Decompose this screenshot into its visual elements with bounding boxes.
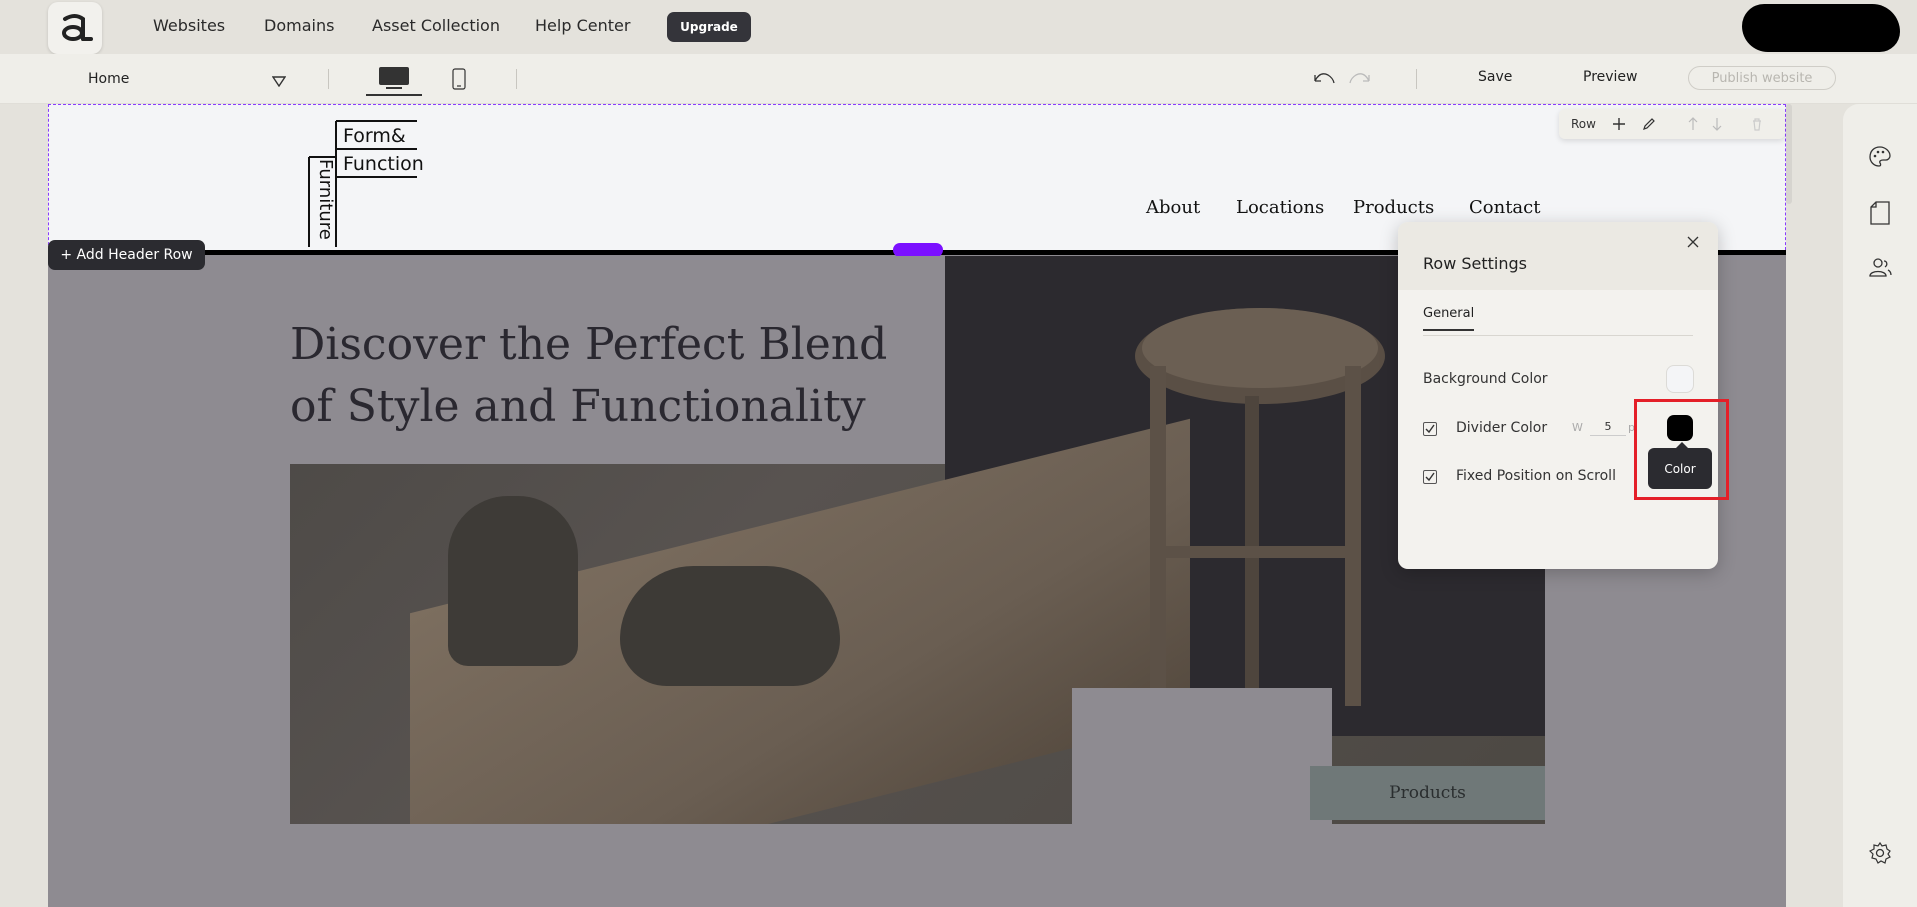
editor-toolbar: Home Save Preview Publish website <box>0 54 1917 104</box>
trash-icon[interactable] <box>1749 116 1765 132</box>
site-nav-about[interactable]: About <box>1146 197 1200 218</box>
check-icon <box>1425 472 1435 482</box>
desktop-icon <box>379 67 409 89</box>
site-nav-contact[interactable]: Contact <box>1469 197 1540 218</box>
hero-title[interactable]: Discover the Perfect Blend of Style and … <box>290 314 930 438</box>
chevron-down-icon[interactable] <box>271 72 287 91</box>
background-color-label: Background Color <box>1423 371 1548 387</box>
arrow-up-icon[interactable] <box>1685 116 1701 132</box>
hero-products-button[interactable]: Products <box>1310 766 1545 820</box>
brand-furniture-text: Furniture <box>315 159 336 240</box>
preview-button[interactable]: Preview <box>1583 69 1638 85</box>
avatar[interactable] <box>1742 4 1900 52</box>
right-sidebar <box>1843 104 1917 907</box>
logo-icon <box>62 14 93 41</box>
close-icon[interactable] <box>1683 232 1703 252</box>
brand-form-text: Form& <box>343 125 406 147</box>
row-toolbar: Row <box>1559 109 1785 139</box>
add-header-row-button[interactable]: + Add Header Row <box>48 240 205 270</box>
top-nav: Websites Domains Asset Collection Help C… <box>0 0 1917 54</box>
desktop-view-button[interactable] <box>366 62 422 96</box>
highlight-box <box>1634 399 1729 500</box>
palette-icon[interactable] <box>1867 144 1893 170</box>
hero-bottom-right-block <box>1072 688 1332 848</box>
divider-color-checkbox[interactable] <box>1423 422 1437 436</box>
brand-function-text: Function <box>343 153 424 175</box>
divider-width-label: W <box>1572 421 1583 434</box>
site-nav-products[interactable]: Products <box>1353 197 1434 218</box>
toolbar-divider <box>328 69 329 89</box>
page-selector[interactable]: Home <box>88 71 129 87</box>
plus-icon[interactable] <box>1611 116 1627 132</box>
mobile-view-button[interactable] <box>446 62 472 96</box>
nav-link-domains[interactable]: Domains <box>264 16 334 35</box>
pencil-icon[interactable] <box>1641 116 1657 132</box>
hero-image-stool <box>1135 308 1385 706</box>
fixed-position-checkbox[interactable] <box>1423 470 1437 484</box>
divider-color-label: Divider Color <box>1456 420 1548 436</box>
save-button[interactable]: Save <box>1478 69 1512 85</box>
canvas-scrollbar[interactable] <box>1786 104 1792 204</box>
upgrade-button[interactable]: Upgrade <box>667 12 751 42</box>
row-toolbar-label: Row <box>1571 117 1596 131</box>
tab-underline <box>1423 335 1693 336</box>
check-icon <box>1425 424 1435 434</box>
hero-image-vase <box>448 496 578 666</box>
divider-width-input[interactable] <box>1590 418 1626 436</box>
publish-website-button[interactable]: Publish website <box>1688 66 1836 90</box>
nav-link-websites[interactable]: Websites <box>153 16 225 35</box>
toolbar-divider <box>516 69 517 89</box>
hero-image-pot <box>620 566 840 686</box>
toolbar-divider <box>1416 69 1417 89</box>
divider-resize-handle[interactable] <box>893 243 943 257</box>
redo-icon[interactable] <box>1348 69 1372 91</box>
background-color-swatch[interactable] <box>1666 365 1694 393</box>
row-settings-panel: Row Settings General Background Color Di… <box>1398 222 1718 569</box>
mobile-icon <box>452 68 466 90</box>
gear-icon[interactable] <box>1867 840 1893 866</box>
page-icon[interactable] <box>1867 200 1893 226</box>
arrow-down-icon[interactable] <box>1709 116 1725 132</box>
panel-title: Row Settings <box>1423 254 1527 273</box>
app-logo[interactable] <box>48 2 102 54</box>
undo-icon[interactable] <box>1312 69 1336 91</box>
tab-general[interactable]: General <box>1423 306 1475 331</box>
nav-link-help-center[interactable]: Help Center <box>535 16 630 35</box>
users-icon[interactable] <box>1867 254 1893 280</box>
nav-link-asset-collection[interactable]: Asset Collection <box>372 16 500 35</box>
site-nav-locations[interactable]: Locations <box>1236 197 1324 218</box>
fixed-position-label: Fixed Position on Scroll <box>1456 468 1616 484</box>
